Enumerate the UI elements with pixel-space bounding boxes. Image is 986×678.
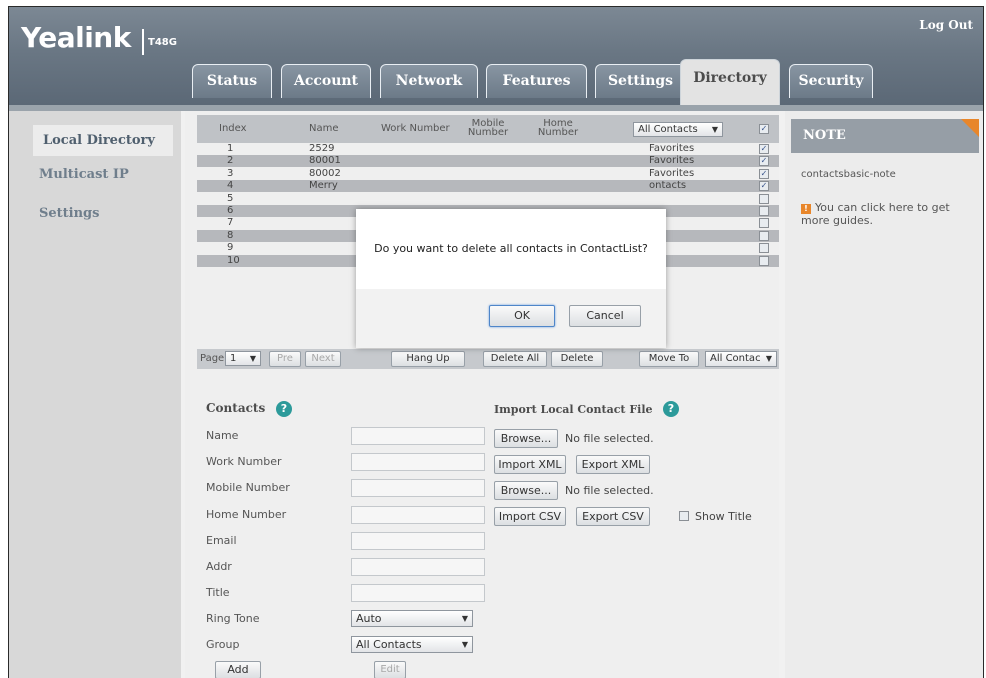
confirm-dialog: Do you want to delete all contacts in Co…: [356, 209, 666, 348]
ok-button[interactable]: OK: [489, 305, 555, 327]
dialog-message: Do you want to delete all contacts in Co…: [374, 242, 648, 255]
dialog-footer: OK Cancel: [356, 289, 666, 348]
modal-overlay: Do you want to delete all contacts in Co…: [0, 0, 986, 678]
cancel-button[interactable]: Cancel: [569, 305, 641, 327]
